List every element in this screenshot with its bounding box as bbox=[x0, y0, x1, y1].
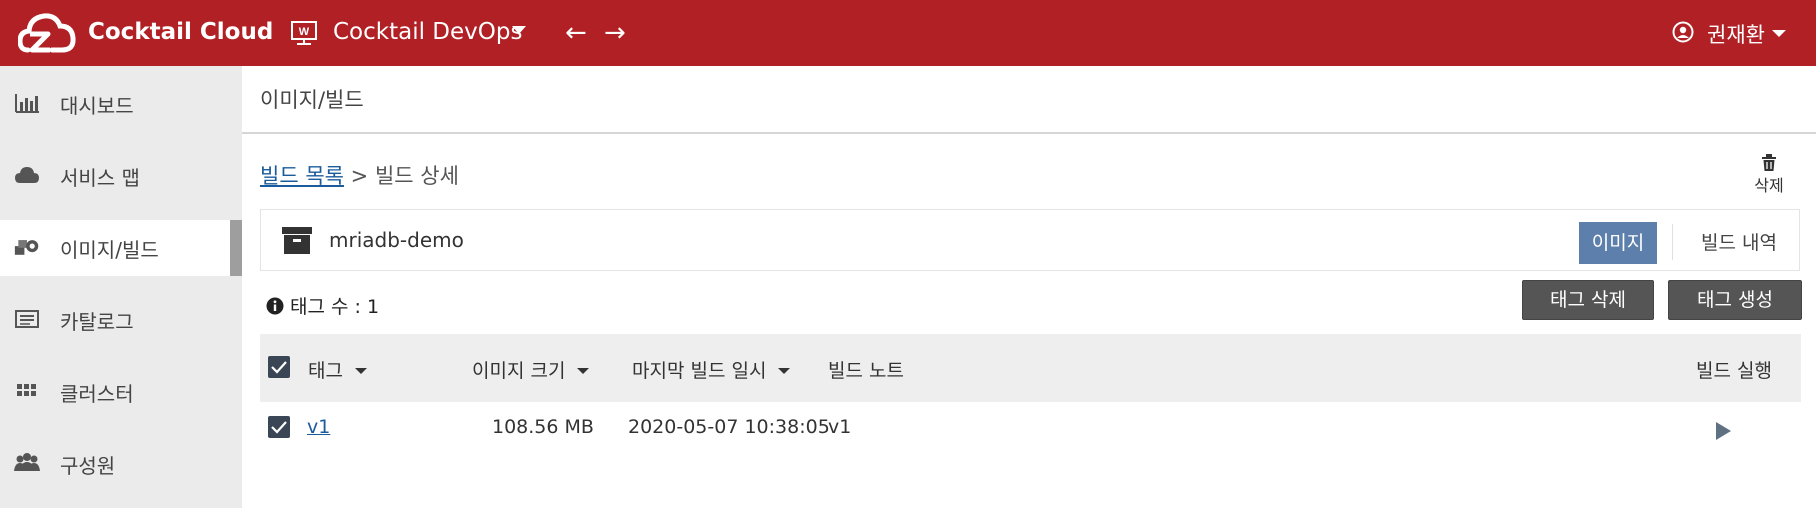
select-all-checkbox[interactable] bbox=[268, 356, 290, 378]
forward-arrow-icon[interactable]: → bbox=[604, 18, 626, 48]
cloud-icon bbox=[15, 167, 39, 183]
delete-label: 삭제 bbox=[1754, 176, 1784, 195]
workspace-icon: W bbox=[291, 21, 317, 45]
breadcrumb-current: 빌드 상세 bbox=[374, 164, 459, 188]
sidebar-item-catalog[interactable]: 카탈로그 bbox=[0, 292, 242, 348]
tab-build-history[interactable]: 빌드 내역 bbox=[1691, 222, 1787, 264]
sidebar: 대시보드 서비스 맵 이미지/빌드 카탈로그 클러스터 구성원 bbox=[0, 66, 242, 508]
column-last-build[interactable]: 마지막 빌드 일시 bbox=[632, 356, 791, 383]
cocktail-cloud-logo-icon[interactable] bbox=[18, 10, 76, 58]
check-icon bbox=[271, 361, 287, 374]
column-last-build-label: 마지막 빌드 일시 bbox=[632, 360, 767, 382]
gears-icon bbox=[14, 240, 39, 255]
sidebar-item-cluster[interactable]: 클러스터 bbox=[0, 364, 242, 420]
tag-count-label: 태그 수 : 1 bbox=[290, 296, 380, 318]
breadcrumb: 빌드 목록 > 빌드 상세 bbox=[260, 160, 459, 190]
play-icon[interactable] bbox=[1716, 422, 1731, 440]
column-image-size-label: 이미지 크기 bbox=[472, 360, 566, 382]
top-bar: Cocktail Cloud W Cocktail DevOps ← → 권재환 bbox=[0, 0, 1816, 66]
check-icon bbox=[271, 421, 287, 434]
sidebar-item-label: 서비스 맵 bbox=[60, 166, 140, 190]
delete-build-button[interactable]: 삭제 bbox=[1744, 154, 1794, 195]
tab-divider bbox=[1672, 224, 1673, 260]
sidebar-item-label: 카탈로그 bbox=[60, 310, 134, 334]
create-tag-button[interactable]: 태그 생성 bbox=[1668, 280, 1802, 320]
user-menu[interactable]: 권재환 bbox=[1707, 19, 1765, 49]
sidebar-item-label: 대시보드 bbox=[60, 94, 134, 118]
breadcrumb-separator: > bbox=[350, 164, 369, 188]
tab-image[interactable]: 이미지 bbox=[1579, 222, 1657, 264]
sidebar-item-service-map[interactable]: 서비스 맵 bbox=[0, 148, 242, 204]
column-run-build: 빌드 실행 bbox=[1696, 360, 1772, 382]
user-dropdown-icon[interactable] bbox=[1772, 30, 1786, 37]
note-cell: v1 bbox=[828, 416, 852, 438]
brand-name[interactable]: Cocktail Cloud bbox=[88, 19, 273, 45]
sort-caret-icon bbox=[577, 368, 590, 374]
info-icon bbox=[266, 297, 284, 315]
sidebar-item-image-build[interactable]: 이미지/빌드 bbox=[0, 220, 242, 276]
sidebar-item-label: 이미지/빌드 bbox=[60, 238, 159, 262]
back-arrow-icon[interactable]: ← bbox=[565, 18, 587, 48]
bar-chart-icon bbox=[15, 94, 39, 113]
tag-cell: v1 bbox=[307, 416, 330, 438]
page-title: 이미지/빌드 bbox=[260, 88, 364, 112]
page-header: 이미지/빌드 bbox=[242, 66, 1816, 134]
sort-caret-icon bbox=[778, 368, 791, 374]
column-image-size[interactable]: 이미지 크기 bbox=[472, 356, 590, 383]
tag-count: 태그 수 : 1 bbox=[266, 292, 379, 319]
trash-icon bbox=[1762, 154, 1776, 171]
table-header: 태그 이미지 크기 마지막 빌드 일시 빌드 노트 빌드 실행 bbox=[260, 334, 1801, 402]
workspace-selector[interactable]: Cocktail DevOps bbox=[333, 19, 522, 45]
table-row: v1 108.56 MB 2020-05-07 10:38:05 v1 bbox=[260, 402, 1801, 454]
sidebar-item-label: 클러스터 bbox=[60, 382, 134, 406]
breadcrumb-link-build-list[interactable]: 빌드 목록 bbox=[260, 164, 344, 188]
users-icon bbox=[14, 453, 40, 471]
column-tag[interactable]: 태그 bbox=[308, 356, 367, 383]
archive-box-icon bbox=[282, 227, 312, 254]
build-info-box: mriadb-demo 이미지 빌드 내역 bbox=[260, 209, 1800, 271]
delete-tag-button[interactable]: 태그 삭제 bbox=[1522, 280, 1654, 320]
sidebar-item-label: 구성원 bbox=[60, 454, 116, 478]
catalog-icon bbox=[15, 310, 39, 328]
sidebar-item-members[interactable]: 구성원 bbox=[0, 436, 242, 492]
tag-link[interactable]: v1 bbox=[307, 416, 330, 438]
column-tag-label: 태그 bbox=[308, 360, 343, 382]
user-icon bbox=[1672, 21, 1694, 43]
last-build-cell: 2020-05-07 10:38:05 bbox=[628, 416, 830, 438]
sidebar-item-dashboard[interactable]: 대시보드 bbox=[0, 76, 242, 132]
build-name: mriadb-demo bbox=[329, 228, 464, 252]
size-cell: 108.56 MB bbox=[492, 416, 594, 438]
column-build-note: 빌드 노트 bbox=[828, 360, 904, 382]
workspace-dropdown-icon[interactable] bbox=[512, 26, 526, 34]
svg-text:W: W bbox=[299, 26, 310, 38]
row-checkbox[interactable] bbox=[268, 416, 290, 438]
sort-caret-icon bbox=[354, 368, 367, 374]
grid-icon bbox=[17, 384, 36, 396]
